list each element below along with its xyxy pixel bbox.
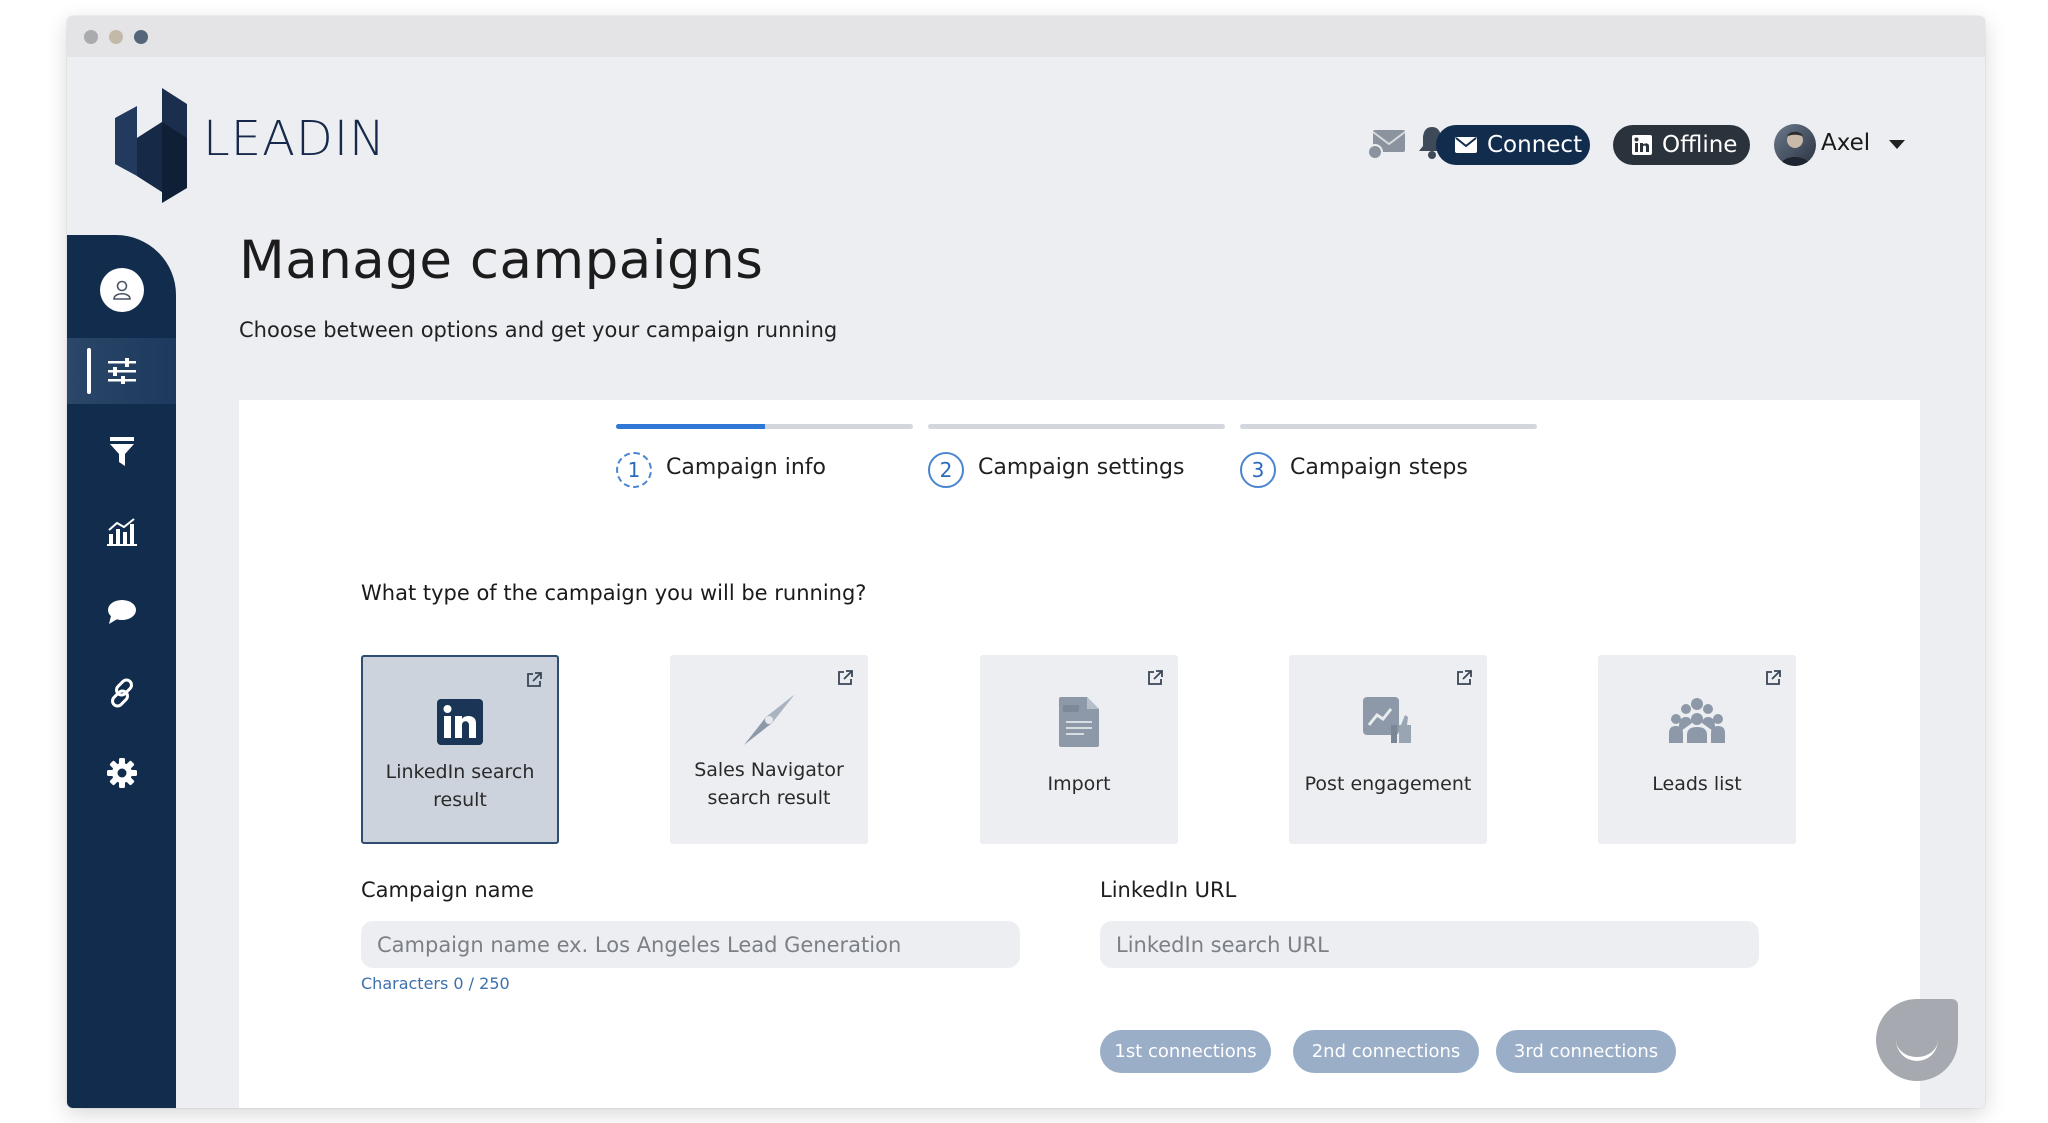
link-icon [110, 678, 133, 708]
campaign-name-label: Campaign name [361, 878, 534, 902]
external-link-icon[interactable] [1764, 669, 1782, 687]
page-subtitle: Choose between options and get your camp… [239, 318, 838, 342]
sidebar-item-filters[interactable] [67, 419, 176, 485]
window-maximize-dot[interactable] [134, 30, 148, 44]
campaign-name-input[interactable] [361, 921, 1020, 968]
mail-campaign-icon[interactable] [1367, 128, 1407, 160]
sidebar-item-analytics[interactable] [67, 499, 176, 565]
sidebar-item-integrations[interactable] [67, 660, 176, 726]
campaign-wizard-panel: 1 Campaign info 2 Campaign settings 3 Ca… [239, 400, 1920, 1108]
sidebar-item-profile[interactable] [67, 257, 176, 323]
card-label-line1: LinkedIn search [385, 761, 535, 783]
campaign-type-question: What type of the campaign you will be ru… [361, 581, 867, 605]
external-link-icon[interactable] [1146, 669, 1164, 687]
user-photo-icon [1780, 131, 1810, 166]
step-number-2[interactable]: 2 [928, 452, 964, 488]
chat-widget-button[interactable] [1876, 999, 1958, 1081]
step-progress-bar-1 [616, 424, 913, 429]
window-minimize-dot[interactable] [109, 30, 123, 44]
window-close-dot[interactable] [84, 30, 98, 44]
gear-icon [106, 758, 137, 788]
linkedin-icon [437, 699, 483, 745]
connect-label: Connect [1487, 132, 1583, 158]
chip-3rd-connections[interactable]: 3rd connections [1496, 1030, 1676, 1073]
step-progress-bar-3 [1240, 424, 1537, 429]
title-bar [67, 16, 1985, 57]
external-link-icon[interactable] [525, 671, 543, 689]
card-label: Import [1047, 773, 1111, 795]
chip-2nd-connections[interactable]: 2nd connections [1293, 1030, 1479, 1073]
linkedin-url-input[interactable] [1100, 921, 1759, 968]
external-link-icon[interactable] [836, 669, 854, 687]
post-engagement-icon [1363, 697, 1411, 743]
step-number-3[interactable]: 3 [1240, 452, 1276, 488]
character-counter: Characters 0 / 250 [361, 974, 510, 993]
chevron-down-icon[interactable] [1889, 140, 1905, 149]
sidebar-item-settings[interactable] [67, 740, 176, 806]
chat-icon [107, 600, 136, 624]
card-label-line2: result [433, 789, 487, 811]
linkedin-small-icon [1632, 135, 1652, 155]
step-number-1[interactable]: 1 [616, 452, 652, 488]
step-progress-bar-2 [928, 424, 1225, 429]
page-title: Manage campaigns [239, 230, 764, 291]
chip-1st-connections[interactable]: 1st connections [1100, 1030, 1271, 1073]
campaign-type-linkedin-search[interactable]: LinkedIn search result [361, 655, 559, 844]
avatar[interactable] [1774, 124, 1816, 166]
chart-icon [106, 518, 137, 546]
campaign-type-import[interactable]: Import [980, 655, 1178, 844]
sidebar [67, 235, 176, 1108]
campaign-type-post-engagement[interactable]: Post engagement [1289, 655, 1487, 844]
user-icon [112, 280, 131, 300]
leadin-logo-icon [115, 88, 187, 203]
app-window: LEADIN Connect Offline Axel Manage campa… [67, 16, 1985, 1108]
people-group-icon [1669, 698, 1725, 743]
user-name[interactable]: Axel [1821, 130, 1870, 156]
sliders-icon [107, 358, 136, 384]
sidebar-item-campaigns[interactable] [67, 338, 176, 404]
connect-button[interactable]: Connect [1436, 125, 1590, 165]
brand-name: LEADIN [203, 111, 386, 167]
step-label-campaign-info[interactable]: Campaign info [666, 455, 826, 480]
card-label: Post engagement [1304, 773, 1472, 795]
offline-status-button[interactable]: Offline [1613, 125, 1750, 165]
step-label-campaign-steps[interactable]: Campaign steps [1290, 455, 1468, 480]
profile-circle [99, 268, 144, 312]
funnel-icon [109, 437, 134, 466]
step-label-campaign-settings[interactable]: Campaign settings [978, 455, 1184, 480]
csv-file-icon [1059, 697, 1099, 747]
card-label: Leads list [1652, 773, 1742, 795]
campaign-type-sales-navigator[interactable]: Sales Navigator search result [670, 655, 868, 844]
external-link-icon[interactable] [1455, 669, 1473, 687]
card-label-line2: search result [707, 787, 831, 809]
sidebar-item-messages[interactable] [67, 579, 176, 645]
envelope-icon [1455, 137, 1477, 153]
linkedin-url-label: LinkedIn URL [1100, 878, 1237, 902]
offline-label: Offline [1662, 132, 1738, 158]
campaign-type-leads-list[interactable]: Leads list [1598, 655, 1796, 844]
compass-icon [744, 695, 794, 745]
card-label-line1: Sales Navigator [694, 759, 844, 781]
